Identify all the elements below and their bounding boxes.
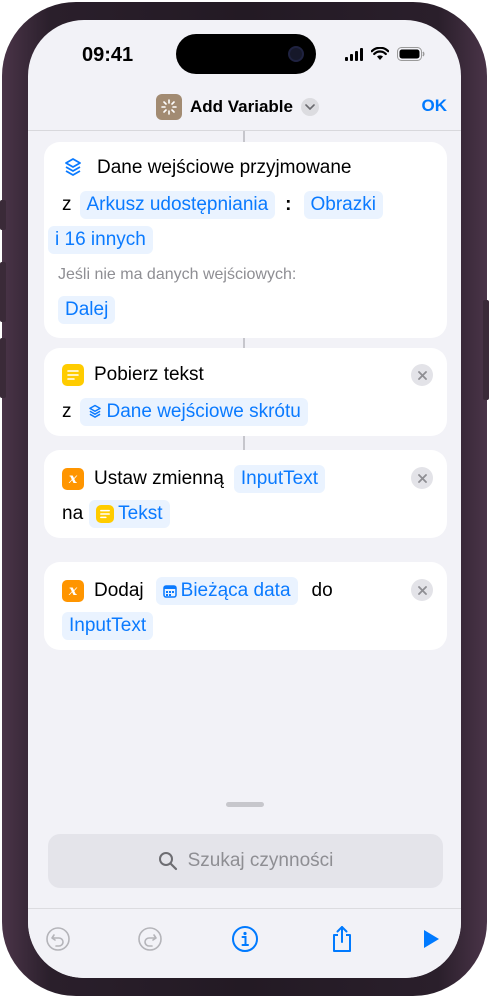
undo-icon	[46, 927, 70, 951]
shortcut-input-icon	[65, 158, 81, 176]
no-input-label: Jeśli nie ma danych wejściowych:	[58, 266, 297, 283]
shortcut-title: Add Variable	[190, 97, 293, 116]
action-title: Ustaw zmienną	[94, 468, 224, 489]
share-button[interactable]	[325, 922, 359, 956]
close-icon	[417, 473, 427, 483]
search-input[interactable]: Szukaj czynności	[48, 834, 443, 888]
ok-button[interactable]: OK	[422, 96, 448, 116]
variable-name-chip[interactable]: InputText	[233, 465, 325, 493]
camera-icon	[288, 46, 304, 62]
to-label: na	[62, 503, 84, 524]
action-connector	[243, 338, 245, 348]
current-date-chip[interactable]: Bieżąca data	[155, 577, 298, 605]
input-type-chip-continued[interactable]: i 16 innych	[48, 226, 153, 254]
input-type-chip[interactable]: Obrazki	[303, 191, 383, 219]
side-button	[0, 200, 6, 230]
status-time: 09:41	[82, 44, 134, 66]
variable-icon: x	[62, 468, 84, 490]
redo-icon	[138, 927, 162, 951]
search-icon	[158, 852, 177, 871]
action-card-shortcut-input[interactable]: Dane wejściowe przyjmowane z Arkusz udos…	[44, 142, 447, 338]
separator-label: :	[285, 194, 292, 215]
from-label: z	[62, 194, 72, 215]
close-icon	[417, 585, 427, 595]
undo-button[interactable]	[41, 922, 75, 956]
from-label: z	[62, 401, 72, 422]
info-icon	[232, 926, 258, 952]
text-value-chip-label: Tekst	[118, 503, 163, 524]
info-button[interactable]	[228, 922, 262, 956]
source-chip[interactable]: Arkusz udostępniania	[79, 191, 276, 219]
power-button	[483, 300, 489, 400]
close-icon	[417, 370, 427, 380]
chevron-down-icon	[300, 98, 319, 116]
redo-button[interactable]	[133, 922, 167, 956]
no-input-chip[interactable]: Dalej	[58, 296, 116, 324]
sheet-grabber[interactable]	[226, 802, 264, 807]
to-label: do	[311, 580, 333, 601]
action-title: Dodaj	[94, 580, 144, 601]
search-placeholder: Szukaj czynności	[187, 850, 334, 871]
remove-action-button[interactable]	[411, 467, 433, 489]
remove-action-button[interactable]	[411, 364, 433, 386]
shortcut-app-icon	[156, 94, 182, 120]
remove-action-button[interactable]	[411, 579, 433, 601]
battery-icon	[397, 47, 425, 61]
share-icon	[333, 926, 351, 952]
action-card-get-text[interactable]: Pobierz tekst z Dane wejściowe skrótu	[44, 348, 447, 436]
text-action-icon	[96, 505, 115, 523]
play-icon	[424, 930, 439, 948]
action-connector	[243, 436, 245, 450]
action-card-set-variable[interactable]: x Ustaw zmienną InputText na Tekst	[44, 450, 447, 538]
wifi-icon	[371, 47, 389, 60]
text-action-icon	[62, 364, 84, 386]
status-icons	[345, 47, 425, 61]
action-title: Pobierz tekst	[94, 364, 204, 385]
text-value-chip[interactable]: Tekst	[89, 500, 170, 528]
toolbar-divider	[28, 908, 461, 909]
action-title: Dane wejściowe przyjmowane	[97, 157, 352, 178]
cellular-signal-icon	[345, 47, 363, 61]
shortcut-title-menu[interactable]: Add Variable	[156, 94, 319, 120]
shortcut-input-icon	[88, 404, 101, 418]
calendar-icon	[162, 585, 177, 598]
shortcut-input-chip[interactable]: Dane wejściowe skrótu	[79, 398, 308, 426]
shortcut-input-chip-label: Dane wejściowe skrótu	[106, 401, 301, 422]
volume-up-button	[0, 262, 6, 322]
dynamic-island	[176, 34, 316, 74]
action-search-sheet: Szukaj czynności	[28, 794, 461, 978]
variable-icon: x	[62, 580, 84, 602]
current-date-chip-label: Bieżąca data	[180, 580, 291, 601]
variable-name-chip[interactable]: InputText	[62, 612, 154, 640]
volume-down-button	[0, 338, 6, 398]
screen: 09:41 Add Variable OK Dane wejściowe prz…	[28, 20, 461, 978]
run-button[interactable]	[414, 922, 448, 956]
action-card-add-to-variable[interactable]: x Dodaj Bieżąca data do InputText	[44, 562, 447, 650]
